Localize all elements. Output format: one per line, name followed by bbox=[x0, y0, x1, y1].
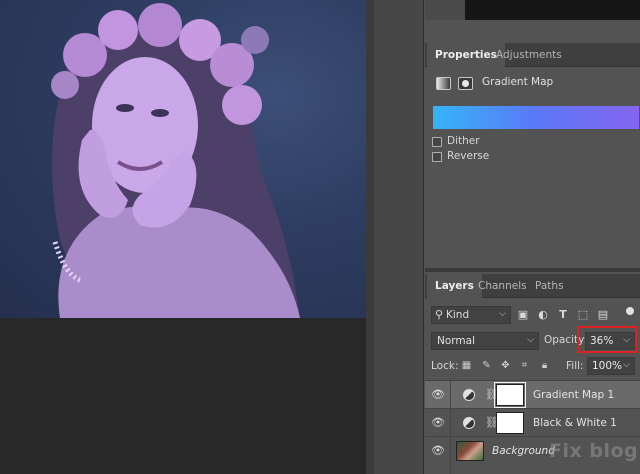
gradient-preview-bar[interactable] bbox=[433, 106, 639, 129]
fill-value: 100% bbox=[592, 360, 623, 372]
panel-top-gray bbox=[425, 0, 465, 20]
lock-transparent-icon[interactable]: ▦ bbox=[460, 359, 473, 373]
layer-name[interactable]: Black & White 1 bbox=[533, 417, 617, 429]
layer-name[interactable]: Gradient Map 1 bbox=[533, 389, 614, 401]
lock-all-icon[interactable]: 🔒︎ bbox=[538, 359, 551, 373]
reverse-option[interactable]: Reverse bbox=[432, 150, 512, 164]
eye-icon[interactable]: 👁︎ bbox=[431, 417, 445, 429]
chevron-down-icon: ⌵ bbox=[527, 335, 534, 345]
reverse-label: Reverse bbox=[447, 150, 490, 162]
chevron-down-icon: ⌵ bbox=[623, 360, 630, 370]
lock-brush-icon[interactable]: ✎ bbox=[480, 359, 493, 373]
row-divider bbox=[450, 381, 451, 409]
dither-checkbox[interactable] bbox=[432, 137, 442, 147]
properties-tabbar: Properties Adjustments bbox=[425, 43, 640, 67]
image-filter-icon[interactable]: ▣ bbox=[516, 308, 530, 322]
blend-mode-select[interactable]: Normal ⌵ bbox=[431, 332, 539, 350]
watermark-text: Fix blog bbox=[549, 440, 639, 462]
gradient-map-icon[interactable] bbox=[436, 77, 451, 90]
layer-row-gradient-map[interactable]: 👁︎ ⛓︎ Gradient Map 1 bbox=[425, 380, 640, 409]
eye-icon[interactable]: 👁︎ bbox=[431, 389, 445, 401]
lock-artboard-icon[interactable]: ⌗ bbox=[518, 359, 531, 373]
panel-divider[interactable] bbox=[366, 0, 374, 474]
layer-row-black-white[interactable]: 👁︎ ⛓︎ Black & White 1 bbox=[425, 408, 640, 437]
properties-header: Gradient Map bbox=[432, 73, 632, 93]
lock-label: Lock: bbox=[431, 360, 459, 372]
type-filter-icon[interactable]: T bbox=[556, 308, 570, 322]
shape-filter-icon[interactable]: ⬚ bbox=[576, 308, 590, 322]
reverse-checkbox[interactable] bbox=[432, 152, 442, 162]
layer-mask-thumbnail[interactable] bbox=[494, 382, 526, 408]
layers-tabbar: Layers Channels Paths bbox=[425, 274, 640, 298]
tab-paths[interactable]: Paths bbox=[527, 274, 572, 298]
layer-filter-select[interactable]: ⚲ Kind ⌵ bbox=[431, 306, 511, 324]
dither-label: Dither bbox=[447, 135, 480, 147]
opacity-highlight-box bbox=[577, 326, 637, 353]
adjustment-layer-icon[interactable] bbox=[463, 417, 475, 429]
document-canvas[interactable] bbox=[0, 0, 366, 474]
layer-mask-thumbnail[interactable] bbox=[496, 412, 524, 434]
dither-option[interactable]: Dither bbox=[432, 135, 512, 149]
eye-icon[interactable]: 👁︎ bbox=[431, 445, 445, 457]
properties-title: Gradient Map bbox=[482, 76, 554, 88]
layer-name[interactable]: Background bbox=[492, 445, 555, 457]
fill-label: Fill: bbox=[566, 360, 584, 372]
row-divider bbox=[450, 409, 451, 437]
photo-gradient-mapped[interactable] bbox=[0, 0, 366, 318]
panel-top-preview bbox=[465, 0, 640, 20]
tab-channels[interactable]: Channels bbox=[470, 274, 535, 298]
fill-input[interactable]: 100% ⌵ bbox=[587, 357, 635, 375]
adjustment-layer-icon[interactable] bbox=[463, 389, 475, 401]
lock-move-icon[interactable]: ✥ bbox=[499, 359, 512, 373]
smart-object-filter-icon[interactable]: ▤ bbox=[596, 308, 610, 322]
photo-illustration bbox=[51, 3, 301, 318]
tab-adjustments[interactable]: Adjustments bbox=[488, 43, 570, 67]
filter-kind-value: Kind bbox=[446, 309, 470, 321]
chevron-down-icon: ⌵ bbox=[499, 309, 506, 319]
layer-mask-icon[interactable] bbox=[458, 77, 473, 90]
filter-toggle[interactable] bbox=[626, 307, 634, 315]
panel-separator[interactable] bbox=[425, 268, 640, 272]
right-panels: Properties Adjustments Gradient Map Dith… bbox=[425, 0, 640, 474]
blend-mode-value: Normal bbox=[437, 335, 475, 347]
row-divider bbox=[450, 437, 451, 474]
adjustment-filter-icon[interactable]: ◐ bbox=[536, 308, 550, 322]
search-icon: ⚲ bbox=[435, 308, 444, 321]
collapsed-dock bbox=[374, 0, 424, 474]
background-thumbnail[interactable] bbox=[456, 441, 484, 461]
